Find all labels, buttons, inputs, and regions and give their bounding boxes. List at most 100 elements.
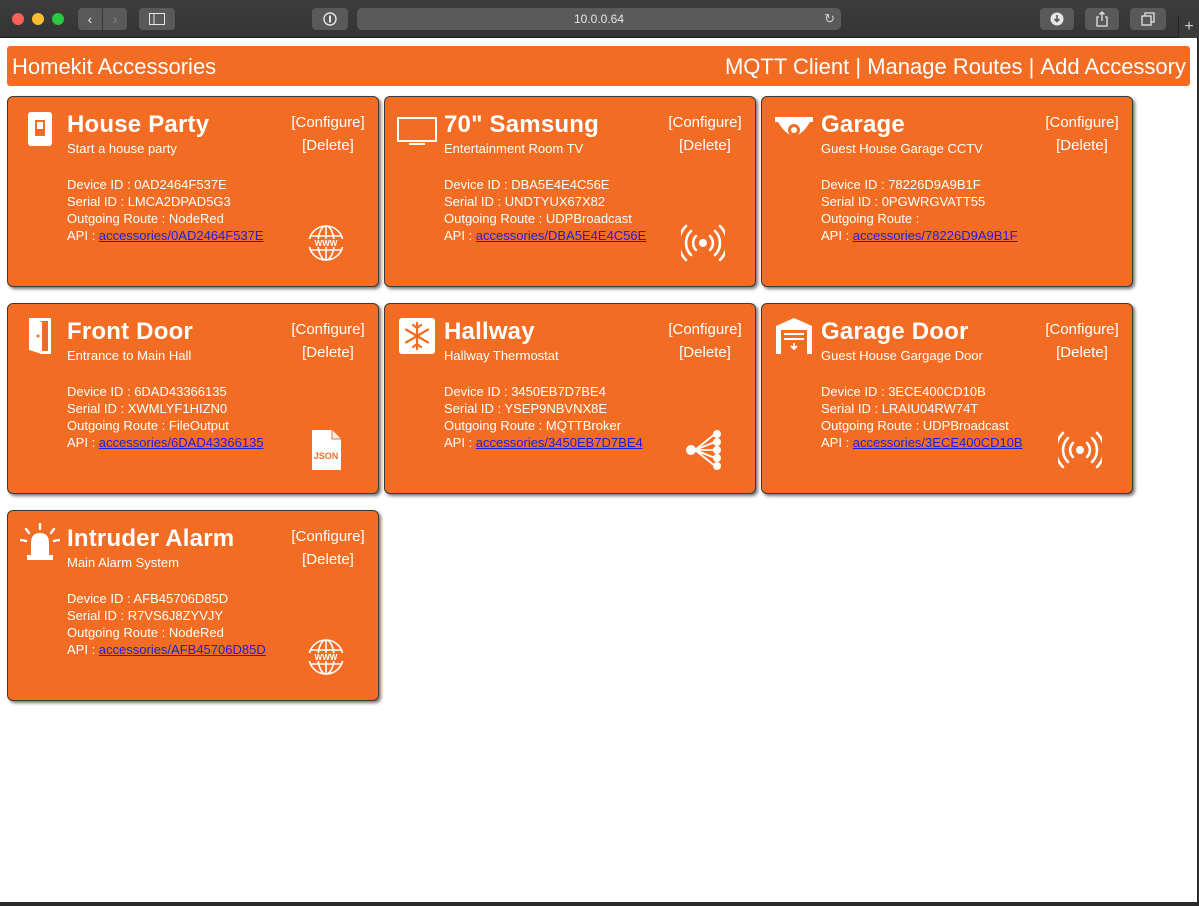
serial-id-value: YSEP9NBVNX8E <box>504 401 608 416</box>
configure-link[interactable]: [Configure] <box>278 525 378 548</box>
outgoing-route-row: Outgoing Route : UDPBroadcast <box>821 417 1023 434</box>
configure-link[interactable]: [Configure] <box>655 318 755 341</box>
device-id-value: 78226D9A9B1F <box>888 177 981 192</box>
brand-title[interactable]: Homekit Accessories <box>12 54 216 80</box>
accessory-details: Device ID : 78226D9A9B1F Serial ID : 0PG… <box>821 176 1018 244</box>
serial-id-label: Serial ID : <box>821 194 882 209</box>
api-link[interactable]: accessories/3ECE400CD10B <box>853 435 1023 450</box>
www-globe-icon: WWW <box>304 221 348 265</box>
device-id-label: Device ID : <box>67 177 135 192</box>
serial-id-row: Serial ID : 0PGWRGVATT55 <box>821 193 1018 210</box>
sidebar-icon <box>149 13 165 25</box>
api-link[interactable]: accessories/0AD2464F537E <box>99 228 264 243</box>
json-file-icon: JSON <box>304 428 348 472</box>
api-label: API : <box>67 642 99 657</box>
api-row: API : accessories/AFB45706D85D <box>67 641 266 658</box>
delete-link[interactable]: [Delete] <box>1032 341 1132 364</box>
accessory-subtitle: Hallway Thermostat <box>444 348 559 363</box>
zoom-window-button[interactable] <box>52 13 64 25</box>
delete-link[interactable]: [Delete] <box>278 341 378 364</box>
outgoing-route-row: Outgoing Route : MQTTBroker <box>444 417 643 434</box>
outgoing-route-row: Outgoing Route : NodeRed <box>67 210 264 227</box>
delete-link[interactable]: [Delete] <box>655 341 755 364</box>
configure-link[interactable]: [Configure] <box>655 111 755 134</box>
outgoing-route-row: Outgoing Route : <box>821 210 1018 227</box>
sidebar-toggle-button[interactable] <box>139 8 175 30</box>
outgoing-route-label: Outgoing Route : <box>821 418 923 433</box>
outgoing-route-row: Outgoing Route : UDPBroadcast <box>444 210 646 227</box>
configure-link[interactable]: [Configure] <box>278 111 378 134</box>
api-link[interactable]: accessories/DBA5E4E4C56E <box>476 228 647 243</box>
downloads-button[interactable] <box>1040 8 1074 30</box>
outgoing-route-value: FileOutput <box>168 418 229 433</box>
minimize-window-button[interactable] <box>32 13 44 25</box>
back-button[interactable]: ‹ <box>78 8 102 30</box>
outgoing-route-row: Outgoing Route : FileOutput <box>67 417 264 434</box>
delete-link[interactable]: [Delete] <box>655 134 755 157</box>
outgoing-route-value: NodeRed <box>168 625 224 640</box>
accessory-details: Device ID : 3ECE400CD10B Serial ID : LRA… <box>821 383 1023 451</box>
device-id-label: Device ID : <box>67 591 134 606</box>
serial-id-value: 0PGWRGVATT55 <box>881 194 986 209</box>
nav-mqtt-client[interactable]: MQTT Client <box>725 54 849 80</box>
serial-id-value: LRAIU04RW74T <box>881 401 979 416</box>
accessory-title: Front Door <box>67 318 193 345</box>
card-actions: [Configure] [Delete] <box>655 318 755 364</box>
accessory-title: Garage Door <box>821 318 969 345</box>
new-tab-button[interactable]: + <box>1178 16 1199 38</box>
delete-link[interactable]: [Delete] <box>278 548 378 571</box>
configure-link[interactable]: [Configure] <box>278 318 378 341</box>
device-id-row: Device ID : DBA5E4E4C56E <box>444 176 646 193</box>
tabs-icon <box>1141 12 1155 26</box>
device-id-label: Device ID : <box>444 177 512 192</box>
address-bar[interactable]: 10.0.0.64 ↻ <box>357 8 841 30</box>
outgoing-route-label: Outgoing Route : <box>67 625 169 640</box>
delete-link[interactable]: [Delete] <box>1032 134 1132 157</box>
accessory-details: Device ID : AFB45706D85D Serial ID : R7V… <box>67 590 266 658</box>
api-row: API : accessories/DBA5E4E4C56E <box>444 227 646 244</box>
plus-icon: + <box>1184 18 1194 35</box>
serial-id-label: Serial ID : <box>67 194 128 209</box>
garage-door-icon <box>774 316 814 356</box>
api-link[interactable]: accessories/3450EB7D7BE4 <box>476 435 643 450</box>
alarm-siren-icon <box>19 522 61 563</box>
serial-id-value: UNDTYUX67X82 <box>504 194 606 209</box>
card-actions: [Configure] [Delete] <box>1032 318 1132 364</box>
api-label: API : <box>821 435 853 450</box>
api-link[interactable]: accessories/6DAD43366135 <box>99 435 264 450</box>
card-actions: [Configure] [Delete] <box>1032 111 1132 157</box>
api-link[interactable]: accessories/AFB45706D85D <box>99 642 266 657</box>
device-id-label: Device ID : <box>821 384 889 399</box>
forward-button[interactable]: › <box>103 8 127 30</box>
nav-manage-routes[interactable]: Manage Routes <box>867 54 1022 80</box>
show-tabs-button[interactable] <box>1130 8 1166 30</box>
accessory-title: 70" Samsung <box>444 111 599 138</box>
accessory-subtitle: Entrance to Main Hall <box>67 348 192 363</box>
serial-id-label: Serial ID : <box>67 608 128 623</box>
nav-add-accessory[interactable]: Add Accessory <box>1040 54 1186 80</box>
outgoing-route-label: Outgoing Route : <box>67 418 169 433</box>
outgoing-route-row: Outgoing Route : NodeRed <box>67 624 266 641</box>
accessory-title: House Party <box>67 111 210 138</box>
switch-icon <box>20 109 60 149</box>
api-row: API : accessories/6DAD43366135 <box>67 434 264 451</box>
api-link[interactable]: accessories/78226D9A9B1F <box>853 228 1018 243</box>
accessory-title: Garage <box>821 111 905 138</box>
password-manager-button[interactable] <box>312 8 348 30</box>
serial-id-label: Serial ID : <box>67 401 128 416</box>
serial-id-row: Serial ID : UNDTYUX67X82 <box>444 193 646 210</box>
chevron-right-icon: › <box>112 11 118 27</box>
share-button[interactable] <box>1085 8 1119 30</box>
close-window-button[interactable] <box>12 13 24 25</box>
outgoing-route-label: Outgoing Route : <box>444 418 546 433</box>
delete-link[interactable]: [Delete] <box>278 134 378 157</box>
configure-link[interactable]: [Configure] <box>1032 318 1132 341</box>
device-id-row: Device ID : 6DAD43366135 <box>67 383 264 400</box>
snowflake-icon <box>397 316 437 356</box>
accessory-card: Front Door Entrance to Main Hall [Config… <box>7 303 379 494</box>
reload-icon[interactable]: ↻ <box>824 8 835 30</box>
accessory-card: Hallway Hallway Thermostat [Configure] [… <box>384 303 756 494</box>
configure-link[interactable]: [Configure] <box>1032 111 1132 134</box>
accessory-card: 70" Samsung Entertainment Room TV [Confi… <box>384 96 756 287</box>
device-id-value: 0AD2464F537E <box>134 177 227 192</box>
